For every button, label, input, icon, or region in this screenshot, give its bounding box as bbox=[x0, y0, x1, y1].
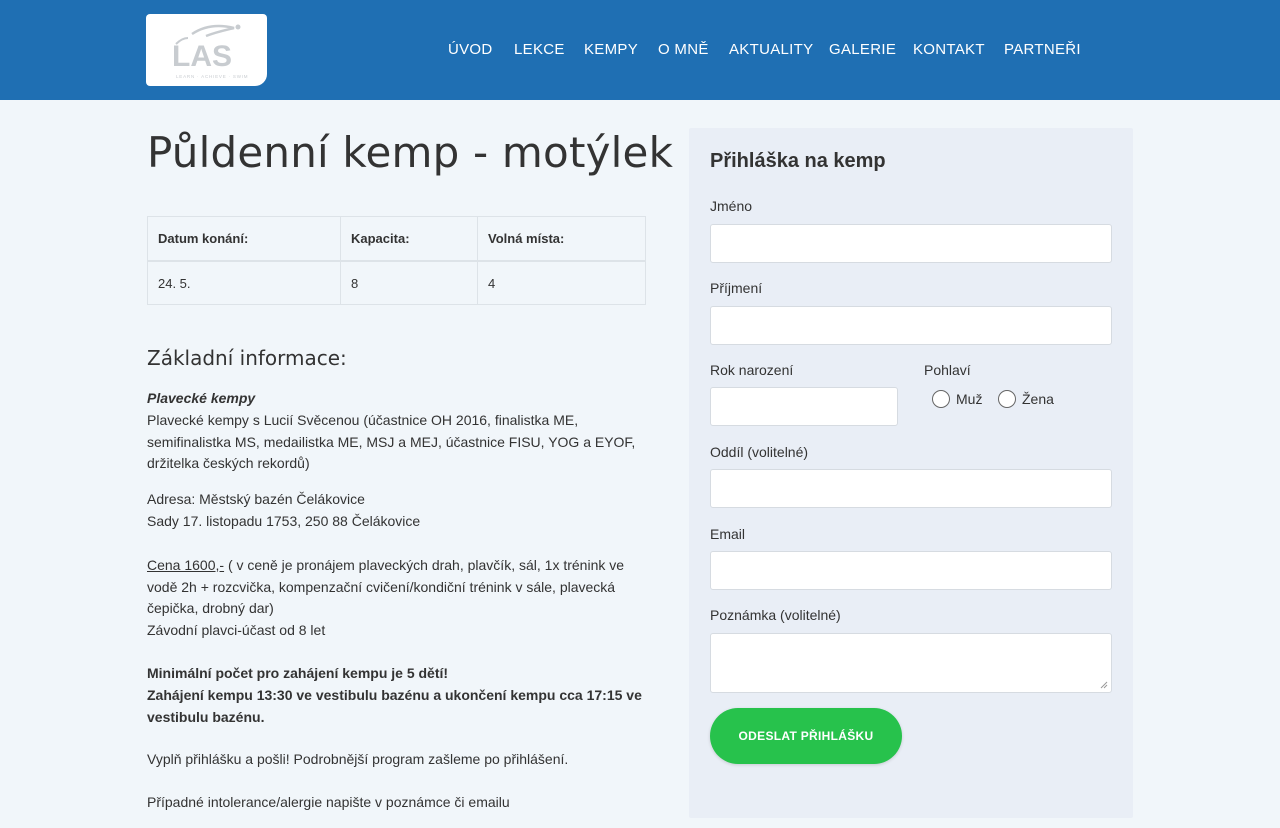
club-input[interactable] bbox=[710, 469, 1112, 508]
note-label: Poznámka (volitelné) bbox=[710, 607, 841, 623]
gender-female-radio[interactable] bbox=[998, 390, 1016, 408]
camp-description: Plavecké kempy Plavecké kempy s Lucií Sv… bbox=[147, 388, 647, 828]
column-header-capacity: Kapacita: bbox=[340, 216, 478, 262]
intro-text: Plavecké kempy s Lucií Svěcenou (účastni… bbox=[147, 411, 636, 472]
address-paragraph: Adresa: Městský bazén Čelákovice Sady 17… bbox=[147, 489, 647, 533]
start-info-text: Zahájení kempu 13:30 ve vestibulu bazénu… bbox=[147, 686, 642, 725]
page-title: Půldenní kemp - motýlek bbox=[147, 128, 674, 177]
nav-item-kempy[interactable]: KEMPY bbox=[584, 40, 638, 60]
logo-tagline: LEARN · ACHIEVE · SWIM bbox=[176, 74, 248, 79]
price-label: Cena 1600,- bbox=[147, 556, 225, 573]
gender-male-radio[interactable] bbox=[932, 390, 950, 408]
gender-female-label[interactable]: Žena bbox=[1022, 391, 1054, 407]
resize-handle-icon[interactable] bbox=[1100, 681, 1108, 689]
min-count-text: Minimální počet pro zahájení kempu je 5 … bbox=[147, 664, 449, 681]
allergies-text: Případné intolerance/alergie napište v p… bbox=[147, 794, 510, 811]
column-header-free-spots: Volná místa: bbox=[477, 216, 646, 262]
birth-year-input[interactable] bbox=[710, 387, 898, 426]
price-paragraph: Cena 1600,- ( v ceně je pronájem plaveck… bbox=[147, 555, 647, 642]
section-heading: Základní informace: bbox=[147, 346, 347, 370]
site-header: LAS LEARN · ACHIEVE · SWIM ÚVOD LEKCE KE… bbox=[0, 0, 1280, 100]
camp-rules-paragraph: Minimální počet pro zahájení kempu je 5 … bbox=[147, 663, 647, 728]
address-line-2: Sady 17. listopadu 1753, 250 88 Čelákovi… bbox=[147, 512, 421, 529]
camp-info-table: Datum konání: Kapacita: Volná místa: 24.… bbox=[147, 216, 646, 305]
nav-item-o-mne[interactable]: O MNĚ bbox=[658, 40, 709, 60]
nav-item-uvod[interactable]: ÚVOD bbox=[448, 40, 493, 60]
address-line-1: Adresa: Městský bazén Čelákovice bbox=[147, 491, 365, 508]
submit-button[interactable]: ODESLAT PŘIHLÁŠKU bbox=[710, 708, 902, 764]
cell-date: 24. 5. bbox=[147, 260, 341, 305]
last-name-input[interactable] bbox=[710, 306, 1112, 345]
main-nav: ÚVOD LEKCE KEMPY O MNĚ AKTUALITY GALERIE… bbox=[0, 40, 1280, 60]
club-label: Oddíl (volitelné) bbox=[710, 444, 809, 460]
table-row: 24. 5. 8 4 bbox=[147, 260, 646, 305]
email-input[interactable] bbox=[710, 551, 1112, 590]
nav-item-galerie[interactable]: GALERIE bbox=[829, 40, 896, 60]
cell-capacity: 8 bbox=[340, 260, 478, 305]
fill-form-text: Vyplň přihlášku a pošli! Podrobnější pro… bbox=[147, 751, 569, 768]
last-name-label: Příjmení bbox=[710, 280, 763, 296]
gender-label: Pohlaví bbox=[924, 362, 971, 378]
first-name-input[interactable] bbox=[710, 224, 1112, 263]
intro-paragraph: Plavecké kempy Plavecké kempy s Lucií Sv… bbox=[147, 388, 647, 475]
nav-item-partneri[interactable]: PARTNEŘI bbox=[1004, 40, 1081, 60]
table-header-row: Datum konání: Kapacita: Volná místa: bbox=[147, 216, 646, 262]
cell-free-spots: 4 bbox=[477, 260, 646, 305]
camp-title: Plavecké kempy bbox=[147, 390, 256, 406]
nav-item-aktuality[interactable]: AKTUALITY bbox=[729, 40, 813, 60]
registration-form: Přihláška na kemp Jméno Příjmení Rok nar… bbox=[689, 128, 1133, 818]
gender-male-label[interactable]: Muž bbox=[956, 391, 982, 407]
birth-year-label: Rok narození bbox=[710, 362, 794, 378]
column-header-date: Datum konání: bbox=[147, 216, 341, 262]
note-textarea[interactable] bbox=[710, 633, 1112, 693]
nav-item-kontakt[interactable]: KONTAKT bbox=[913, 40, 985, 60]
nav-item-lekce[interactable]: LEKCE bbox=[514, 40, 565, 60]
form-title: Přihláška na kemp bbox=[710, 150, 886, 172]
email-label: Email bbox=[710, 526, 746, 542]
first-name-label: Jméno bbox=[710, 198, 753, 214]
competitors-info: Závodní plavci-účast od 8 let bbox=[147, 622, 326, 639]
